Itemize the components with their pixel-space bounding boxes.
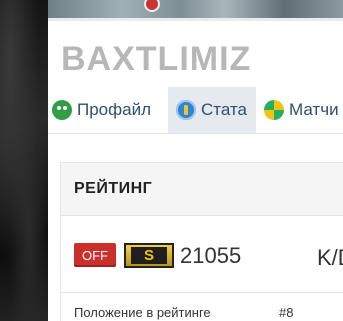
banner-divider xyxy=(48,18,343,21)
rating-position-row: Положение в рейтинге #8 xyxy=(61,292,343,321)
tab-stats-label: Стата xyxy=(201,100,248,119)
profile-tabs: Профайл Стата Матчи xyxy=(48,87,343,134)
status-badge: OFF xyxy=(74,243,116,267)
profile-banner xyxy=(48,0,343,18)
profile-username: BAXTLIMIZ xyxy=(61,40,252,78)
profile-icon xyxy=(52,100,72,120)
tab-profile-label: Профайл xyxy=(77,100,151,119)
rating-section: РЕЙТИНГ OFF S 21055 K/D Положение в рейт… xyxy=(60,162,343,321)
banner-emblem-icon xyxy=(144,0,160,12)
rating-summary-row: OFF S 21055 K/D xyxy=(61,216,343,292)
profile-panel: BAXTLIMIZ Профайл Стата Матчи РЕЙТИНГ OF… xyxy=(48,0,343,321)
tab-matches-label: Матчи xyxy=(289,100,339,119)
rating-position-value: #8 xyxy=(279,305,294,320)
background-artwork xyxy=(0,0,48,321)
tab-profile[interactable]: Профайл xyxy=(52,87,162,133)
rating-position-label: Положение в рейтинге xyxy=(74,305,211,320)
rank-letter: S xyxy=(131,247,167,264)
matches-icon xyxy=(264,100,284,120)
rank-badge: S xyxy=(124,243,174,268)
rating-value: 21055 xyxy=(180,243,242,268)
rating-section-title: РЕЙТИНГ xyxy=(61,163,343,216)
stats-icon xyxy=(176,100,196,120)
tab-matches[interactable]: Матчи xyxy=(264,87,343,133)
kd-label: K/D xyxy=(317,245,343,270)
tab-stats[interactable]: Стата xyxy=(168,87,256,133)
